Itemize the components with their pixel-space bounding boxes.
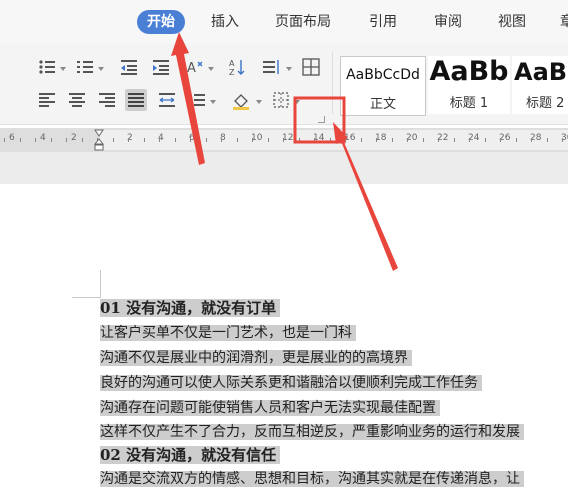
style-heading-2-label: 标题 2 bbox=[526, 96, 565, 111]
ruler-tick bbox=[206, 138, 207, 142]
ruler-tick bbox=[144, 138, 145, 142]
ruler-tick bbox=[361, 138, 362, 142]
margin-corner-mark bbox=[100, 270, 101, 298]
numbered-list-icon[interactable] bbox=[74, 56, 96, 78]
doc-heading[interactable]: 02 没有沟通，就没有信任 bbox=[100, 444, 281, 466]
style-normal[interactable]: AaBbCcDd 正文 bbox=[340, 56, 426, 116]
ruler-text-area bbox=[100, 130, 568, 150]
shading-icon[interactable] bbox=[230, 89, 252, 111]
ruler-tick bbox=[469, 138, 470, 142]
ruler-tick bbox=[299, 138, 300, 142]
style-heading-1-label: 标题 1 bbox=[449, 96, 489, 111]
tab-home[interactable]: 开始 bbox=[137, 10, 185, 34]
text-direction-icon[interactable]: A bbox=[184, 56, 206, 78]
align-left-icon[interactable] bbox=[36, 89, 58, 111]
svg-text:Z: Z bbox=[229, 68, 235, 77]
ruler-tick bbox=[376, 138, 377, 142]
ruler-tick bbox=[438, 138, 439, 142]
increase-indent-icon[interactable] bbox=[150, 56, 172, 78]
ruler-tick bbox=[252, 138, 253, 142]
ruler-tick bbox=[190, 138, 191, 142]
ruler-tick bbox=[35, 138, 36, 142]
doc-paragraph[interactable]: 沟通存在问题可能使销售人员和客户无法实现最佳配置 bbox=[100, 397, 440, 419]
ruler-tick bbox=[20, 138, 21, 142]
ruler-tick bbox=[113, 138, 114, 142]
ruler-tick bbox=[531, 138, 532, 142]
svg-text:A: A bbox=[187, 61, 196, 76]
ruler-tick bbox=[237, 138, 238, 142]
line-spacing-icon[interactable] bbox=[260, 56, 282, 78]
doc-paragraph[interactable]: 沟通是交流双方的情感、思想和目标，沟通其实就是在传递消息，让 bbox=[100, 468, 524, 490]
ruler-tick bbox=[268, 138, 269, 142]
doc-paragraph[interactable]: 这样不仅产生不了合力，反而互相逆反，严重影响业务的运行和发展 bbox=[100, 421, 524, 443]
page-gap bbox=[0, 152, 568, 184]
tab-page-layout[interactable]: 页面布局 bbox=[265, 10, 341, 34]
ruler-tick bbox=[423, 138, 424, 142]
ruler-tick bbox=[314, 138, 315, 142]
tab-section[interactable]: 章 bbox=[550, 10, 568, 34]
justify-icon[interactable] bbox=[125, 89, 147, 111]
ruler-tick bbox=[330, 138, 331, 142]
tab-references[interactable]: 引用 bbox=[359, 10, 407, 34]
doc-paragraph[interactable]: 良好的沟通可以使人际关系更和谐融洽以便顺利完成工作任务 bbox=[100, 372, 482, 394]
svg-text:A: A bbox=[229, 59, 235, 68]
paragraph-settings-launcher[interactable] bbox=[318, 116, 325, 123]
sort-icon[interactable]: AZ bbox=[226, 56, 248, 78]
style-normal-label: 正文 bbox=[369, 97, 396, 112]
margin-corner-mark bbox=[72, 297, 100, 298]
style-normal-sample: AaBbCcDd bbox=[346, 67, 420, 83]
doc-paragraph[interactable]: 沟通不仅是展业中的润滑剂，更是展业的的高境界 bbox=[100, 347, 412, 369]
ruler-tick bbox=[82, 138, 83, 142]
ruler-tick bbox=[407, 138, 408, 142]
ruler-number: 2 bbox=[71, 133, 77, 143]
ruler-tick bbox=[454, 138, 455, 142]
decrease-indent-icon[interactable] bbox=[118, 56, 140, 78]
tab-review[interactable]: 审阅 bbox=[424, 10, 472, 34]
distributed-align-icon[interactable] bbox=[156, 89, 178, 111]
doc-heading[interactable]: 01 没有沟通，就没有订单 bbox=[100, 297, 281, 319]
ruler-tick bbox=[283, 138, 284, 142]
ruler-tick bbox=[485, 138, 486, 142]
ruler-number: 6 bbox=[9, 133, 15, 143]
ruler-tick bbox=[547, 138, 548, 142]
style-heading-1[interactable]: AaBb 标题 1 bbox=[428, 56, 510, 114]
table-border-icon[interactable] bbox=[300, 56, 322, 78]
ruler-tick bbox=[159, 138, 160, 142]
style-heading-2[interactable]: AaB 标题 2 bbox=[512, 56, 568, 114]
ruler-tick bbox=[175, 138, 176, 142]
ruler-tick bbox=[516, 138, 517, 142]
ruler-tick bbox=[392, 138, 393, 142]
ruler-tick bbox=[562, 138, 563, 142]
style-heading-2-sample: AaB bbox=[514, 58, 568, 86]
ruler-tick bbox=[51, 138, 52, 142]
ruler-tick bbox=[66, 138, 67, 142]
ruler-tick bbox=[345, 138, 346, 142]
ruler-tick bbox=[500, 138, 501, 142]
align-right-icon[interactable] bbox=[96, 89, 118, 111]
tab-insert[interactable]: 插入 bbox=[201, 10, 249, 34]
first-line-indent-marker[interactable] bbox=[94, 129, 104, 151]
ruler-tick bbox=[221, 138, 222, 142]
horizontal-ruler[interactable]: 64224681012141618202224262830 bbox=[0, 128, 568, 152]
ruler-tick bbox=[128, 138, 129, 142]
doc-paragraph[interactable]: 让客户买单不仅是一门艺术，也是一门科 bbox=[100, 322, 356, 344]
align-center-icon[interactable] bbox=[66, 89, 88, 111]
bullet-list-icon[interactable] bbox=[36, 56, 58, 78]
ribbon-tab-bar: 开始 插入 页面布局 引用 审阅 视图 章 bbox=[0, 0, 568, 44]
ruler-tick bbox=[4, 138, 5, 142]
style-heading-1-sample: AaBb bbox=[429, 56, 509, 87]
ruler-number: 4 bbox=[40, 133, 46, 143]
paragraph-spacing-icon[interactable] bbox=[186, 89, 208, 111]
tab-view[interactable]: 视图 bbox=[488, 10, 536, 34]
borders-icon[interactable] bbox=[270, 89, 292, 111]
style-gallery: AaBbCcDd 正文 AaBb 标题 1 AaB 标题 2 bbox=[340, 56, 568, 116]
